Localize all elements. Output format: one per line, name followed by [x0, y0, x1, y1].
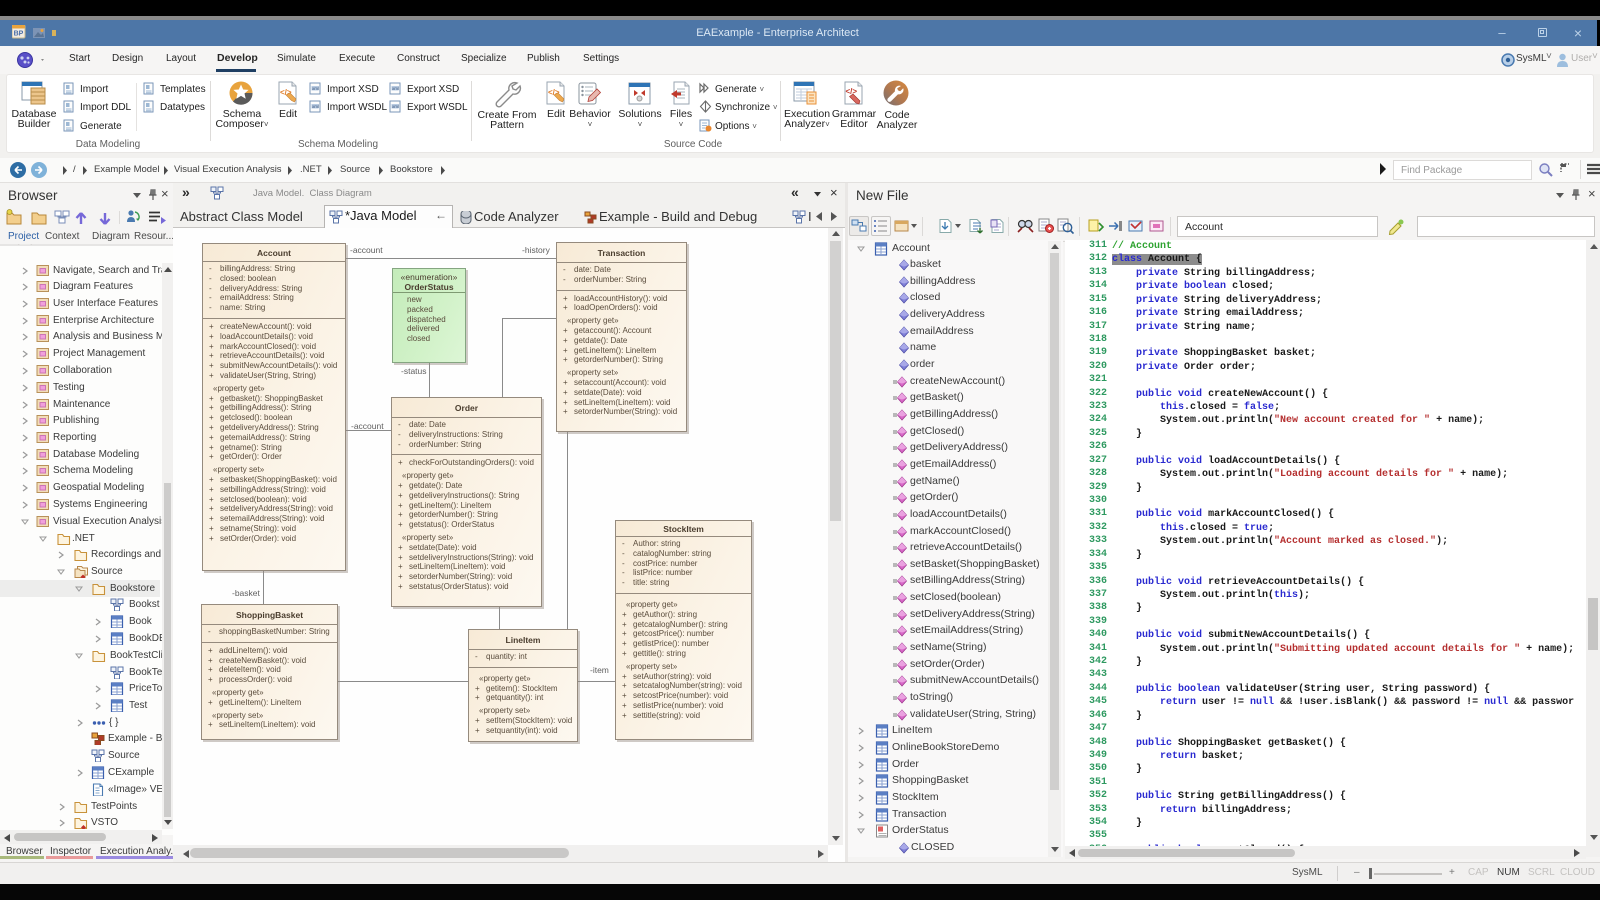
svg-text:xml: xml	[392, 104, 399, 109]
svg-text:</>: </>	[846, 87, 858, 96]
svg-text:xml: xml	[392, 86, 399, 91]
svg-text:xml: xml	[312, 86, 319, 91]
svg-text:xml: xml	[312, 104, 319, 109]
